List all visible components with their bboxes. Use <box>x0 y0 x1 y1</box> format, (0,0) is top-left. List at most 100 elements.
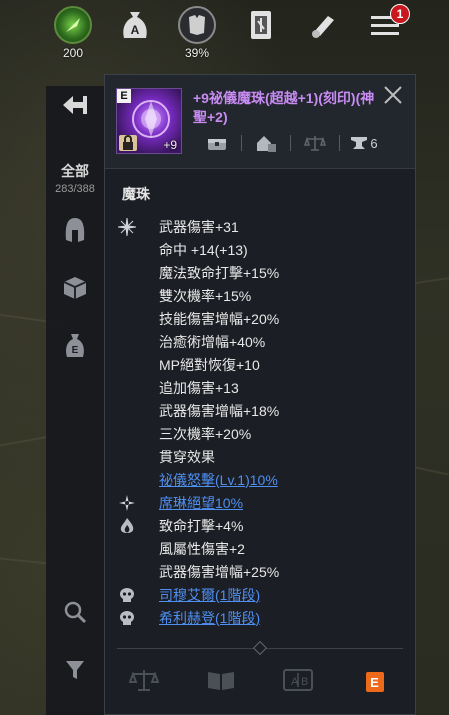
stat-row: 武器傷害增幅+18% <box>117 399 407 422</box>
compare-button[interactable]: AB <box>259 662 336 702</box>
anvil-icon: 6 <box>340 131 388 155</box>
dictionary-button[interactable] <box>182 662 259 702</box>
stat-row: 席琳絕望10% <box>117 491 407 514</box>
stat-text: 風屬性傷害+2 <box>159 540 245 557</box>
stat-text: 致命打擊+4% <box>159 517 244 534</box>
green-spirit-icon <box>54 6 92 44</box>
collection-link[interactable]: 希利赫登(1階段) <box>159 608 260 628</box>
e-action-button[interactable]: E <box>336 662 413 702</box>
money-bag-a-icon: A <box>116 6 154 44</box>
stat-row: 貫穿效果 <box>117 445 407 468</box>
stat-row: 希利赫登(1階段) <box>117 606 407 629</box>
trade-count: 6 <box>370 135 378 151</box>
armor-value: 39% <box>184 46 210 60</box>
notification-badge: 1 <box>390 4 410 24</box>
lock-icon <box>119 135 137 151</box>
item-property-icons: 6 <box>193 131 403 155</box>
divider-ornament <box>252 640 268 656</box>
card-icon <box>242 6 280 44</box>
helmet-icon <box>63 216 87 249</box>
collection-link[interactable]: 司穆艾爾(1階段) <box>159 585 260 605</box>
filter-button[interactable] <box>46 654 104 690</box>
stat-row: 武器傷害+31 <box>117 215 407 238</box>
item-header: E +9 +9祕儀魔珠(超越+1)(刻印)(神聖+2) 6 <box>105 75 415 169</box>
inventory-sidebar: 全部 283/388 E <box>46 86 104 715</box>
scroll-icon <box>304 6 342 44</box>
spirit-gauge[interactable]: 200 <box>52 6 94 60</box>
stat-text: 貫穿效果 <box>159 448 215 465</box>
armor-icon <box>178 6 216 44</box>
chest-icon <box>193 131 241 155</box>
stat-row: 致命打擊+4% <box>117 514 407 537</box>
stat-text: 武器傷害增幅+25% <box>159 563 280 580</box>
back-arrow-icon <box>61 94 89 121</box>
filter-icon <box>64 659 86 686</box>
svg-text:B: B <box>301 676 308 688</box>
back-button[interactable] <box>46 90 104 124</box>
item-actions: AB E <box>105 657 415 707</box>
stat-row: 追加傷害+13 <box>117 376 407 399</box>
stat-row: 命中 +14(+13) <box>117 238 407 261</box>
stat-list: 武器傷害+31 命中 +14(+13) 魔法致命打擊+15% 雙次機率+15% … <box>117 215 407 629</box>
stat-row: 魔法致命打擊+15% <box>117 261 407 284</box>
filter-all-label[interactable]: 全部 <box>46 161 104 181</box>
skill-link[interactable]: 席琳絕望10% <box>159 493 243 513</box>
stat-text: 治癒術增幅+40% <box>159 333 266 350</box>
search-button[interactable] <box>46 596 104 632</box>
book-icon <box>206 668 236 697</box>
armor-status[interactable]: 39% <box>176 6 218 60</box>
menu-button[interactable]: 1 <box>364 4 410 44</box>
house-icon <box>242 131 290 155</box>
skull-icon <box>117 585 137 605</box>
item-detail-panel: E +9 +9祕儀魔珠(超越+1)(刻印)(神聖+2) 6 魔珠 武器傷害+31… <box>104 74 416 715</box>
spirit-value: 200 <box>62 46 84 60</box>
flame-icon <box>117 516 137 536</box>
stat-row: MP絕對恢復+10 <box>117 353 407 376</box>
currency-a-button[interactable]: A <box>114 6 156 44</box>
stat-text: 雙次機率+15% <box>159 287 252 304</box>
item-grade-badge: E <box>117 89 131 103</box>
stat-text: 三次機率+20% <box>159 425 252 442</box>
stat-row: 祕儀怒擊(Lv.1)10% <box>117 468 407 491</box>
sell-button[interactable] <box>105 662 182 702</box>
stat-text: 技能傷害增幅+20% <box>159 310 280 327</box>
scroll-button[interactable] <box>302 6 344 44</box>
stat-text: MP絕對恢復+10 <box>159 356 260 373</box>
box-icon <box>62 275 88 306</box>
stat-row: 司穆艾爾(1階段) <box>117 583 407 606</box>
stat-row: 風屬性傷害+2 <box>117 537 407 560</box>
sidebar-item-materials[interactable] <box>46 272 104 308</box>
item-enhance-level: +9 <box>163 138 177 152</box>
stat-row: 技能傷害增幅+20% <box>117 307 407 330</box>
scale-icon <box>291 131 339 155</box>
stat-row: 治癒術增幅+40% <box>117 330 407 353</box>
stat-row: 三次機率+20% <box>117 422 407 445</box>
stat-row: 雙次機率+15% <box>117 284 407 307</box>
ab-compare-icon: AB <box>282 668 313 697</box>
cards-button[interactable] <box>240 6 282 44</box>
inventory-count: 283/388 <box>55 183 95 195</box>
item-thumbnail[interactable]: E +9 <box>116 88 182 154</box>
skull-icon <box>117 608 137 628</box>
close-icon <box>383 85 403 110</box>
sidebar-item-currency[interactable]: E <box>46 330 104 366</box>
money-bag-e-icon: E <box>64 332 86 365</box>
stat-text: 追加傷害+13 <box>159 379 239 396</box>
top-hud: 200 A 39% 1 <box>0 0 449 68</box>
close-button[interactable] <box>381 85 405 109</box>
e-badge: E <box>365 672 384 692</box>
search-icon <box>63 600 87 629</box>
svg-text:A: A <box>131 23 140 37</box>
sidebar-item-equipment[interactable] <box>46 214 104 250</box>
stat-text: 武器傷害增幅+18% <box>159 402 280 419</box>
section-title: 魔珠 <box>122 186 150 202</box>
spark-icon <box>117 217 137 237</box>
skill-link[interactable]: 祕儀怒擊(Lv.1)10% <box>159 470 278 490</box>
svg-text:E: E <box>72 345 79 356</box>
stat-text: 魔法致命打擊+15% <box>159 264 280 281</box>
stat-text: 命中 +14(+13) <box>159 241 248 258</box>
scale-icon <box>128 667 159 698</box>
stat-row: 武器傷害增幅+25% <box>117 560 407 583</box>
stat-text: 武器傷害+31 <box>159 218 239 235</box>
star-spark-icon <box>117 493 137 513</box>
